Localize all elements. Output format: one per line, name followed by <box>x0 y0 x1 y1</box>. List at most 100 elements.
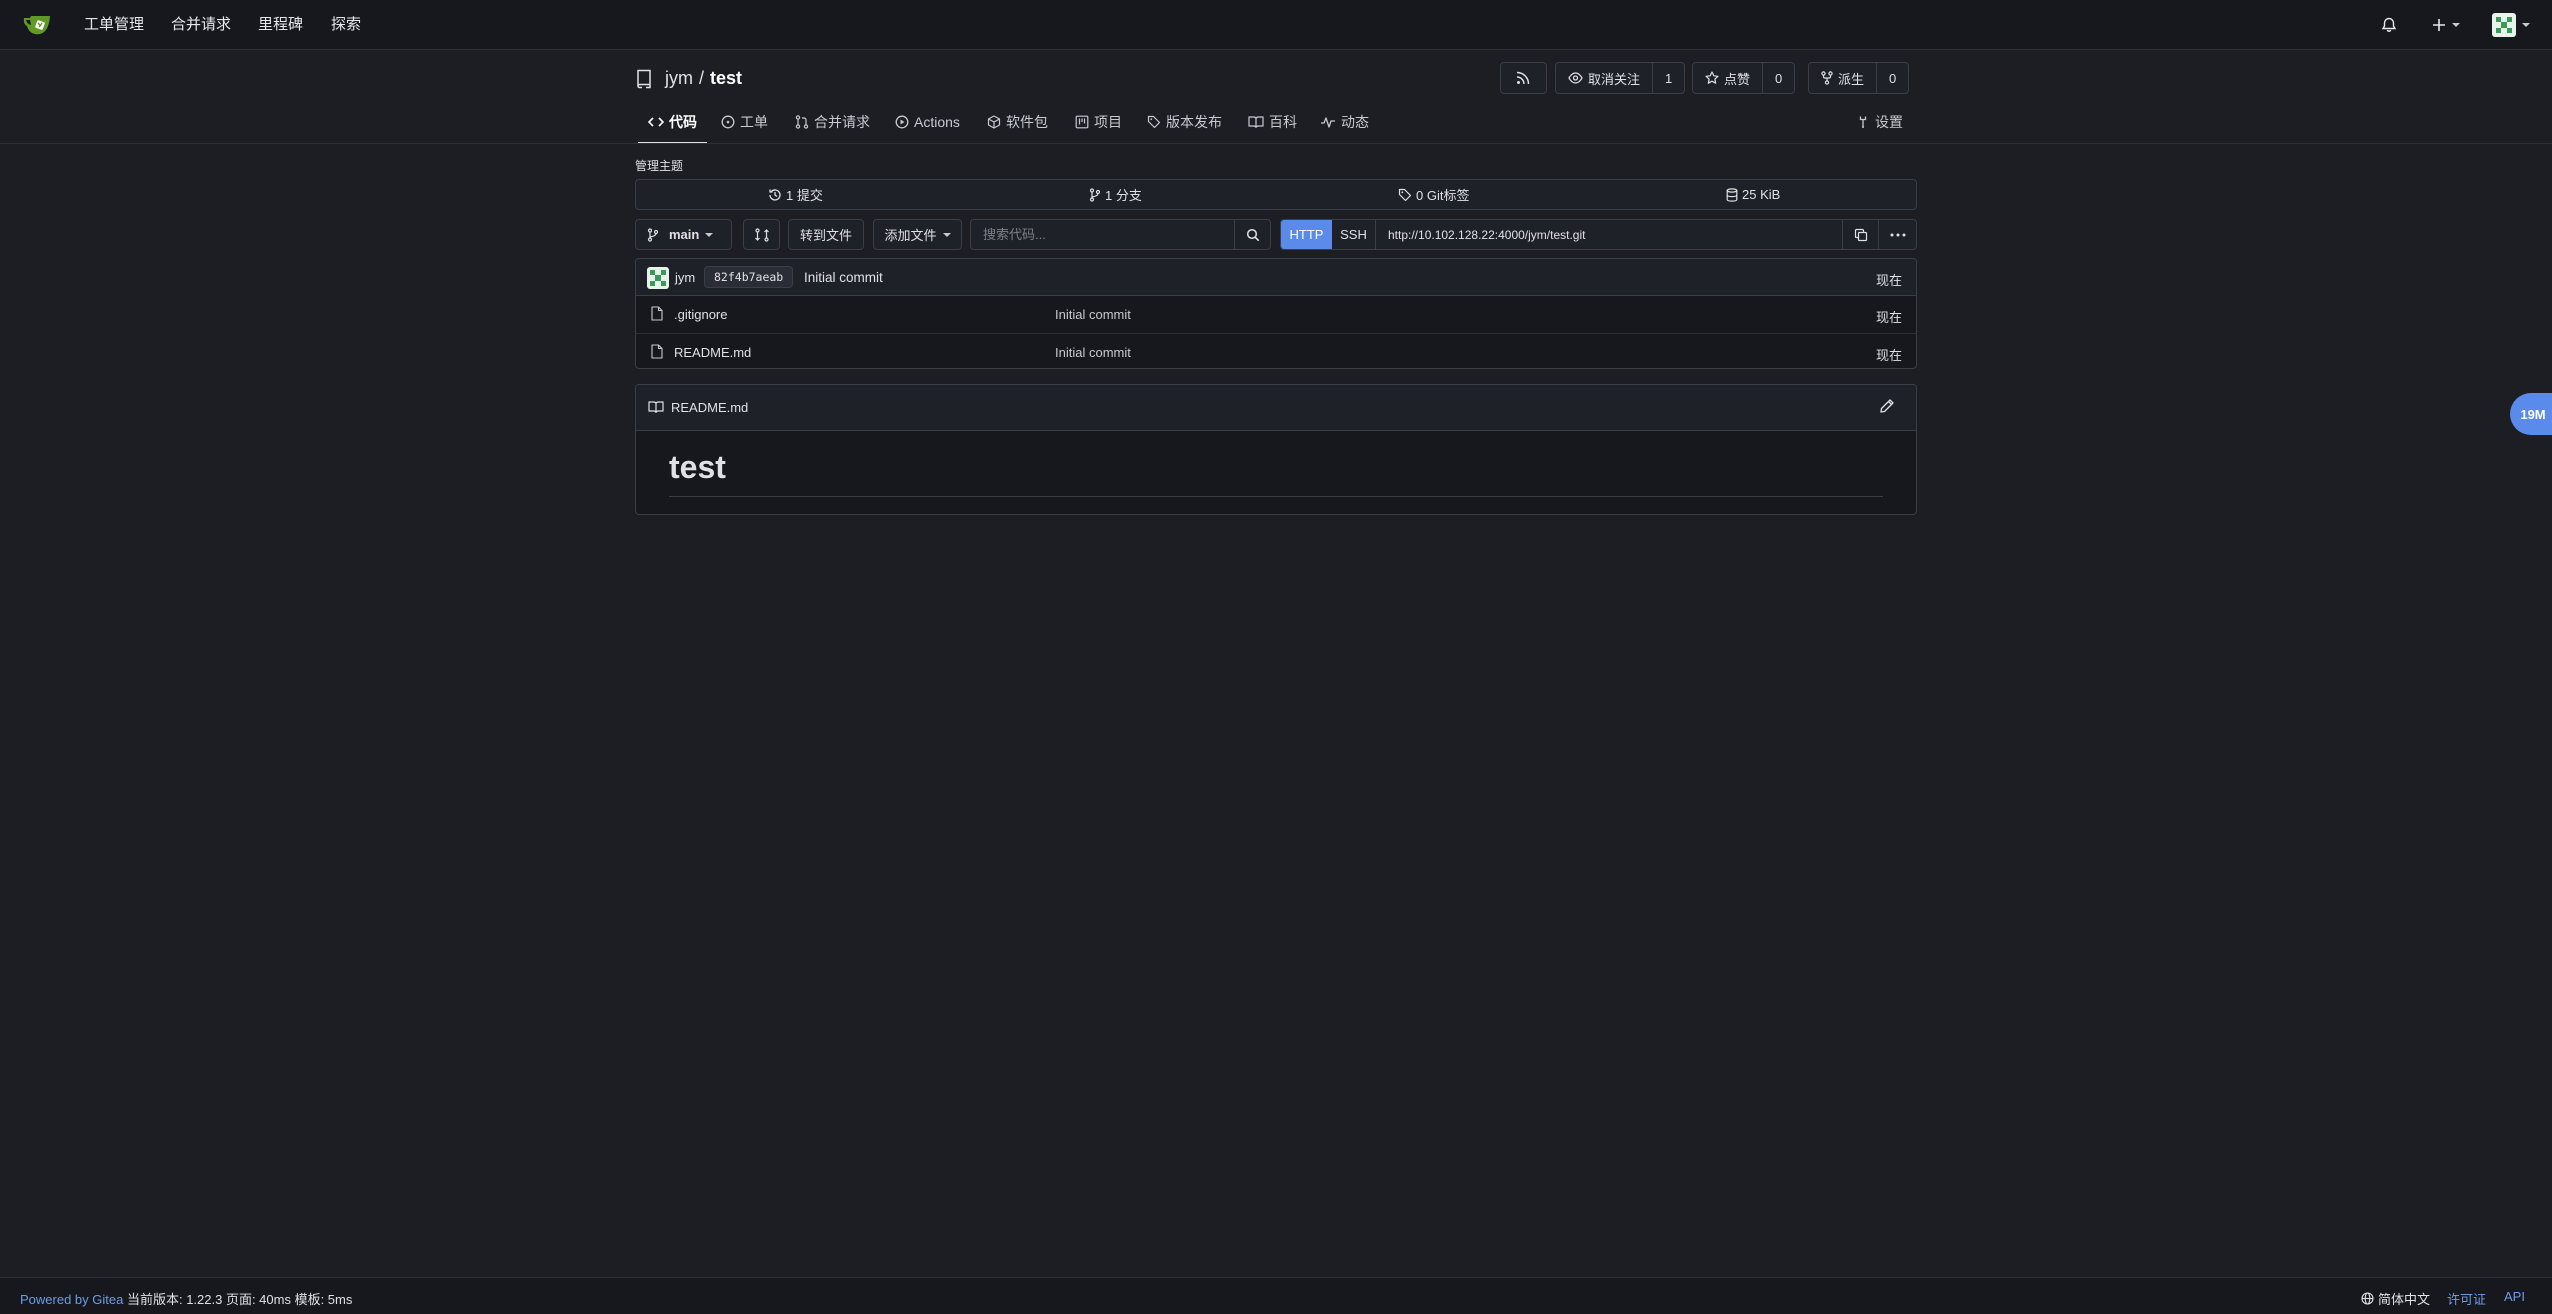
stars-count[interactable]: 0 <box>1762 63 1794 93</box>
footer-left: Powered by Gitea 当前版本: 1.22.3 页面: 40ms 模… <box>20 1289 352 1308</box>
clone-url-input[interactable]: http://10.102.128.22:4000/jym/test.git <box>1376 220 1843 249</box>
tab-code-label: 代码 <box>669 114 697 130</box>
tab-wiki[interactable]: 百科 <box>1248 100 1297 144</box>
file-row[interactable]: .gitignore Initial commit 现在 <box>636 296 1916 333</box>
file-commit-time: 现在 <box>1876 348 1903 363</box>
gitea-logo-icon[interactable] <box>22 12 54 38</box>
clone-http-tab[interactable]: HTTP <box>1281 220 1332 249</box>
tags-stat[interactable]: 0 Git标签 <box>1398 180 1469 209</box>
repo-name-link[interactable]: test <box>710 68 742 89</box>
tab-wiki-label: 百科 <box>1269 114 1297 130</box>
code-icon <box>648 116 664 128</box>
pulse-icon <box>1320 115 1336 129</box>
tab-issues[interactable]: 工单 <box>721 100 768 144</box>
tab-actions[interactable]: Actions <box>895 100 960 144</box>
avatar[interactable] <box>647 267 669 289</box>
api-link[interactable]: API <box>2504 1289 2525 1304</box>
readme-panel: README.md test <box>635 384 1917 515</box>
latest-commit-row: jym 82f4b7aeab Initial commit 现在 <box>636 259 1916 296</box>
pencil-icon <box>1879 398 1895 414</box>
add-file-dropdown[interactable]: 添加文件 <box>873 219 962 250</box>
commit-author-link[interactable]: jym <box>675 270 695 285</box>
repo-stats-bar: 1 提交 1 分支 0 Git标签 25 KiB <box>635 179 1917 210</box>
tab-issues-label: 工单 <box>740 114 768 130</box>
readme-filename-link[interactable]: README.md <box>671 400 748 415</box>
license-link[interactable]: 许可证 <box>2447 1289 2486 1308</box>
forks-count[interactable]: 0 <box>1876 63 1908 93</box>
watch-button-group: 取消关注 1 <box>1555 62 1686 94</box>
language-label: 简体中文 <box>2378 1292 2431 1307</box>
commit-message-link[interactable]: Initial commit <box>804 270 883 285</box>
file-name-link[interactable]: .gitignore <box>674 307 727 322</box>
add-file-label: 添加文件 <box>884 228 937 243</box>
tool-icon <box>1856 115 1870 129</box>
commit-sha-link[interactable]: 82f4b7aeab <box>704 266 794 288</box>
tab-packages[interactable]: 软件包 <box>987 100 1048 144</box>
branch-selector[interactable]: main <box>635 219 732 250</box>
tab-settings[interactable]: 设置 <box>1856 100 1903 144</box>
chevron-down-icon <box>2452 23 2460 27</box>
code-search-button[interactable] <box>1234 219 1271 250</box>
readme-heading-rule <box>669 496 1883 497</box>
user-menu-dropdown[interactable] <box>2492 13 2530 37</box>
readme-header: README.md <box>636 385 1916 431</box>
floating-badge[interactable]: 19M <box>2510 393 2552 435</box>
fork-button-group: 派生 0 <box>1808 62 1910 94</box>
file-name-link[interactable]: README.md <box>674 345 751 360</box>
more-options-button[interactable] <box>1879 220 1916 249</box>
clone-panel: HTTP SSH http://10.102.128.22:4000/jym/t… <box>1280 219 1917 250</box>
search-icon <box>1246 228 1260 242</box>
tab-releases-label: 版本发布 <box>1166 114 1222 130</box>
nav-pull-requests[interactable]: 合并请求 <box>171 15 231 35</box>
nav-explore[interactable]: 探索 <box>331 15 361 35</box>
repo-header: jym / test 取消关注 1 点赞 0 派生 0 代码 工单 合并请求 A… <box>635 60 1917 144</box>
manage-topics-link[interactable]: 管理主题 <box>635 157 683 174</box>
powered-by-link[interactable]: Powered by Gitea <box>20 1292 123 1307</box>
file-commit-message-link[interactable]: Initial commit <box>1055 307 1131 322</box>
play-circle-icon <box>895 115 909 129</box>
copy-icon <box>1854 228 1868 242</box>
repo-owner-link[interactable]: jym <box>665 68 693 89</box>
file-commit-message-link[interactable]: Initial commit <box>1055 345 1131 360</box>
file-row[interactable]: README.md Initial commit 现在 <box>636 333 1916 368</box>
compare-button[interactable] <box>743 219 780 250</box>
nav-milestones[interactable]: 里程碑 <box>258 15 303 35</box>
branch-icon <box>647 227 659 242</box>
tag-icon <box>1147 115 1161 129</box>
tab-projects-label: 项目 <box>1094 114 1122 130</box>
nav-issues[interactable]: 工单管理 <box>84 15 144 35</box>
rss-button[interactable] <box>1500 62 1547 94</box>
commits-stat[interactable]: 1 提交 <box>768 180 823 209</box>
pull-request-icon <box>795 115 809 129</box>
watchers-count[interactable]: 1 <box>1652 63 1684 93</box>
tab-packages-label: 软件包 <box>1006 114 1048 130</box>
language-selector[interactable]: 简体中文 <box>2361 1289 2430 1308</box>
book-icon <box>648 400 664 414</box>
notification-bell-icon[interactable] <box>2381 13 2397 37</box>
create-new-dropdown[interactable] <box>2432 13 2460 37</box>
star-button[interactable]: 点赞 <box>1693 63 1762 93</box>
unwatch-label: 取消关注 <box>1588 71 1641 87</box>
edit-readme-button[interactable] <box>1879 398 1895 417</box>
avatar <box>2492 13 2516 37</box>
goto-file-button[interactable]: 转到文件 <box>788 219 864 250</box>
tab-pull-requests[interactable]: 合并请求 <box>795 100 870 144</box>
tab-code[interactable]: 代码 <box>638 100 707 144</box>
book-icon <box>1248 115 1264 129</box>
repo-tabs: 代码 工单 合并请求 Actions 软件包 项目 版本发布 百科 动态 设置 <box>635 100 1917 144</box>
globe-icon <box>2361 1292 2374 1305</box>
database-icon <box>1726 187 1738 202</box>
tab-activity[interactable]: 动态 <box>1320 100 1369 144</box>
rss-icon <box>1501 63 1545 93</box>
fork-button[interactable]: 派生 <box>1809 63 1876 93</box>
tab-releases[interactable]: 版本发布 <box>1147 100 1222 144</box>
unwatch-button[interactable]: 取消关注 <box>1556 63 1652 93</box>
tab-projects[interactable]: 项目 <box>1075 100 1122 144</box>
branches-stat[interactable]: 1 分支 <box>1089 180 1142 209</box>
repo-toolbar: main 转到文件 添加文件 HTTP SSH http://10.102.12… <box>635 219 1917 250</box>
size-stat: 25 KiB <box>1726 180 1780 209</box>
kebab-horizontal-icon <box>1890 233 1906 237</box>
code-search-input[interactable] <box>971 227 1234 242</box>
clone-ssh-tab[interactable]: SSH <box>1332 220 1376 249</box>
copy-clone-url-button[interactable] <box>1843 220 1879 249</box>
